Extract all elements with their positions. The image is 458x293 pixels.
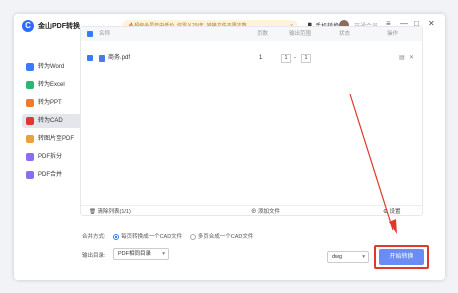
output-dir-value: PDF相同目录 — [118, 251, 152, 257]
merge-option-per-page[interactable]: 每页转换成一个CAD文件 — [113, 233, 183, 240]
output-dir-label: 输出目录: — [82, 253, 106, 259]
merge-label: 合并方式: — [82, 234, 106, 240]
merge-options: 合并方式: 每页转换成一个CAD文件 多页合成一个CAD文件 — [82, 232, 253, 240]
chevron-down-icon: ▾ — [162, 251, 165, 257]
merge-option-combined[interactable]: 多页合成一个CAD文件 — [189, 233, 254, 240]
radio-per-page[interactable] — [113, 233, 120, 240]
chevron-down-icon: ▾ — [362, 254, 365, 260]
format-value: dwg — [332, 254, 343, 260]
radio-combined[interactable] — [189, 233, 196, 240]
option-per-page-label: 每页转换成一个CAD文件 — [121, 234, 183, 240]
output-dir-select[interactable]: PDF相同目录 ▾ — [113, 248, 169, 260]
start-convert-button[interactable]: 开始转换 — [379, 249, 424, 265]
format-select[interactable]: dwg ▾ — [327, 251, 369, 263]
option-combined-label: 多页合成一个CAD文件 — [197, 234, 254, 240]
start-button-highlight: 开始转换 — [374, 245, 429, 269]
